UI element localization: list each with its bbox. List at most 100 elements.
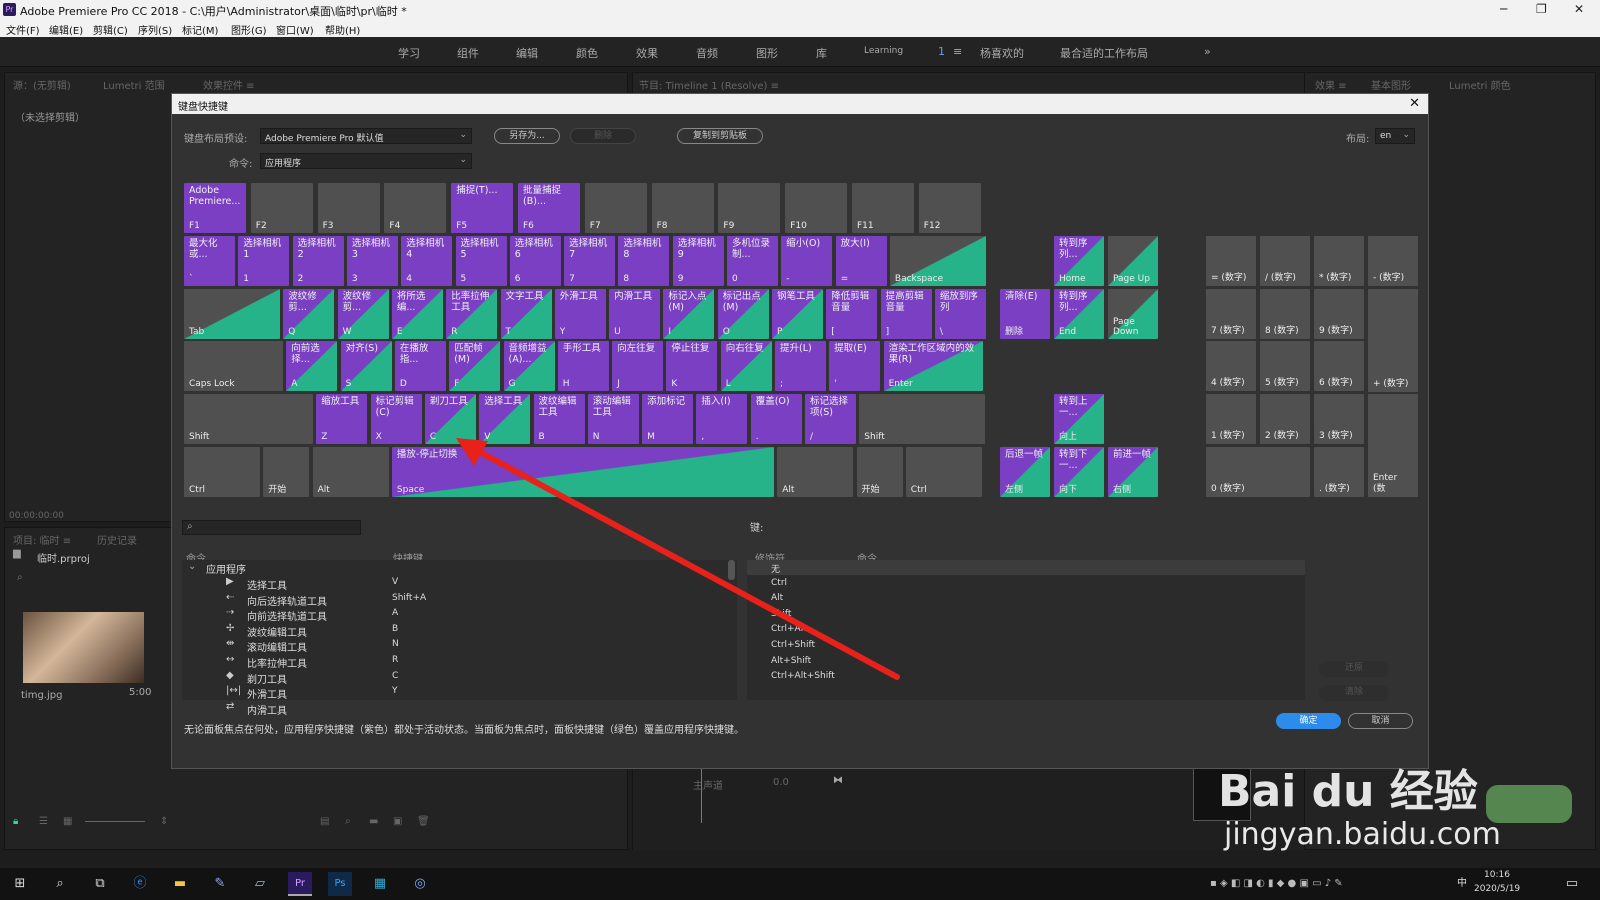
key-1-0[interactable]: 最大化或... ` (184, 236, 235, 286)
key-4-11[interactable]: Shift (859, 394, 986, 444)
key-5-0[interactable]: Ctrl (184, 447, 260, 497)
numpad-key-11[interactable]: 1 (数字) (1206, 394, 1256, 444)
key-5-5[interactable]: 开始 (856, 447, 903, 497)
tray-icons[interactable]: ▪ ◈ ◧ ◨ ◐ ▮ ◆ ● ▣ ▭ ♪ ✎ (1210, 872, 1440, 896)
nav-key-0[interactable]: 转到序列... Home (1054, 236, 1104, 286)
nav-key-3[interactable]: 转到序列... End (1054, 289, 1104, 339)
key-2-5[interactable]: 文字工具 T (500, 289, 552, 339)
modifier-row[interactable]: Shift (747, 607, 1305, 622)
modifier-row[interactable]: Ctrl+Shift (747, 638, 1305, 653)
clip-thumbnail[interactable] (23, 612, 144, 683)
cancel-button[interactable]: 取消 (1348, 713, 1413, 729)
command-row[interactable]: ⇄ 内滑工具 (182, 701, 722, 717)
key-1-12[interactable]: 放大(I) = (835, 236, 887, 286)
clock-date[interactable]: 2020/5/19 (1474, 884, 1520, 894)
key-5-1[interactable]: 开始 (263, 447, 310, 497)
key-3-5[interactable]: 音频增益(A)... G (503, 341, 555, 391)
menu-file[interactable]: 文件(F) (6, 22, 40, 37)
key-f5[interactable]: 捕捉(T)... F5 (451, 183, 514, 233)
ws-custom[interactable]: 杨喜欢的 (980, 45, 1024, 61)
key-1-2[interactable]: 选择相机 2 2 (292, 236, 344, 286)
nav-key-4[interactable]: Page Down (1108, 289, 1158, 339)
key-1-1[interactable]: 选择相机 1 1 (238, 236, 290, 286)
lock-icon[interactable]: 🔒︎ (13, 816, 18, 827)
menu-clip[interactable]: 剪辑(C) (93, 22, 128, 37)
key-3-2[interactable]: 对齐(S) S (340, 341, 392, 391)
key-2-6[interactable]: 外滑工具 Y (554, 289, 606, 339)
menu-help[interactable]: 帮助(H) (325, 22, 360, 37)
key-f10[interactable]: F10 (785, 183, 848, 233)
command-row[interactable]: ⇹ 滚动编辑工具 N (182, 638, 722, 654)
tab-lumetri-scope[interactable]: Lumetri 范围 (103, 77, 165, 92)
clock-time[interactable]: 10:16 (1484, 870, 1510, 880)
key-3-11[interactable]: 提取(E) ' (829, 341, 881, 391)
command-row[interactable]: |↔| 外滑工具 Y (182, 685, 722, 701)
new-item-icon[interactable]: ▣ (393, 816, 402, 827)
task-view-icon[interactable]: ⧉ (88, 872, 112, 896)
key-4-3[interactable]: 剃刀工具 C (424, 394, 476, 444)
key-f9[interactable]: F9 (718, 183, 781, 233)
restore-button[interactable]: 还原 (1319, 661, 1389, 677)
clip-name[interactable]: timg.jpg (21, 690, 62, 701)
maximize-icon[interactable]: ❐ (1536, 2, 1547, 16)
numpad-key-2[interactable]: * (数字) (1314, 236, 1364, 286)
nav-key-6[interactable]: 后退一帧 左侧 (1000, 447, 1050, 497)
key-4-2[interactable]: 标记剪辑(C) X (370, 394, 422, 444)
key-5-6[interactable]: Ctrl (905, 447, 982, 497)
key-4-6[interactable]: 滚动编辑工具 N (587, 394, 639, 444)
chevron-down-icon[interactable]: ⌄ (188, 561, 196, 572)
search-icon[interactable]: ⌕ (48, 872, 72, 896)
key-2-7[interactable]: 内滑工具 U (609, 289, 661, 339)
nav-key-1[interactable]: Page Up (1108, 236, 1158, 286)
new-bin-icon[interactable]: ▬ (369, 816, 378, 827)
command-row[interactable]: ⇠ 向后选择轨道工具 Shift+A (182, 592, 722, 608)
key-3-7[interactable]: 向左往复 J (612, 341, 664, 391)
tab-lumetri-color[interactable]: Lumetri 颜色 (1449, 77, 1511, 92)
key-f6[interactable]: 批量捕捉(B)... F6 (518, 183, 580, 233)
key-3-10[interactable]: 提升(L); (775, 341, 826, 391)
command-row[interactable]: ▶ 选择工具 V (182, 576, 722, 592)
ws-1[interactable]: 1 (938, 45, 945, 58)
key-f1[interactable]: Adobe Premiere... F1 (184, 183, 246, 233)
key-1-3[interactable]: 选择相机 3 3 (346, 236, 398, 286)
key-2-11[interactable]: 降低剪辑音量 [ (826, 289, 878, 339)
tab-project[interactable]: 项目: 临时 ≡ (13, 532, 71, 547)
ws-overflow-icon[interactable]: » (1204, 45, 1211, 58)
modifier-row[interactable]: Ctrl+Alt (747, 622, 1305, 637)
numpad-key-12[interactable]: 2 (数字) (1260, 394, 1310, 444)
key-1-9[interactable]: 选择相机 9 9 (672, 236, 724, 286)
clear-button[interactable]: 清除 (1319, 685, 1389, 701)
ime-indicator[interactable]: 中 (1450, 872, 1474, 896)
key-4-7[interactable]: 添加标记 M (642, 394, 694, 444)
key-2-8[interactable]: 标记入点(M) I (663, 289, 715, 339)
ws-audio[interactable]: 音频 (696, 45, 718, 61)
key-5-3[interactable]: 播放-停止切换 Space (391, 447, 774, 497)
ws-editing[interactable]: 编辑 (516, 45, 538, 61)
numpad-key-3[interactable]: - (数字) (1368, 236, 1418, 286)
key-4-4[interactable]: 选择工具 V (479, 394, 531, 444)
premiere-taskbar-icon[interactable]: Pr (288, 872, 312, 896)
key-f7[interactable]: F7 (584, 183, 647, 233)
ws-assembly[interactable]: 组件 (457, 45, 479, 61)
ws-menu-icon[interactable]: ≡ (953, 45, 962, 58)
tab-source[interactable]: 源：(无剪辑) (13, 77, 71, 92)
key-2-9[interactable]: 标记出点(M) O (717, 289, 769, 339)
ws-color[interactable]: 颜色 (576, 45, 598, 61)
modifier-row[interactable]: Alt (747, 591, 1305, 606)
app-icon[interactable]: ✎ (208, 872, 232, 896)
nav-key-7[interactable]: 转到下一... 向下 (1054, 447, 1104, 497)
numpad-key-7[interactable]: + (数字) (1368, 289, 1418, 392)
numpad-key-9[interactable]: 5 (数字) (1260, 341, 1310, 391)
ws-learn[interactable]: 学习 (398, 45, 420, 61)
tab-effects[interactable]: 效果 ≡ (1315, 77, 1347, 92)
modifier-row[interactable]: Alt+Shift (747, 654, 1305, 669)
key-f3[interactable]: F3 (317, 183, 380, 233)
key-3-6[interactable]: 手形工具 H (557, 341, 609, 391)
key-4-10[interactable]: 标记选择项(S) / (805, 394, 856, 444)
automate-icon[interactable]: ▤ (320, 816, 329, 827)
sort-icon[interactable]: ⇕ (160, 816, 168, 827)
numpad-key-14[interactable]: Enter (数 (1368, 394, 1418, 497)
ws-effects[interactable]: 效果 (636, 45, 658, 61)
numpad-key-0[interactable]: = (数字) (1206, 236, 1256, 286)
key-3-8[interactable]: 停止往复 K (666, 341, 718, 391)
